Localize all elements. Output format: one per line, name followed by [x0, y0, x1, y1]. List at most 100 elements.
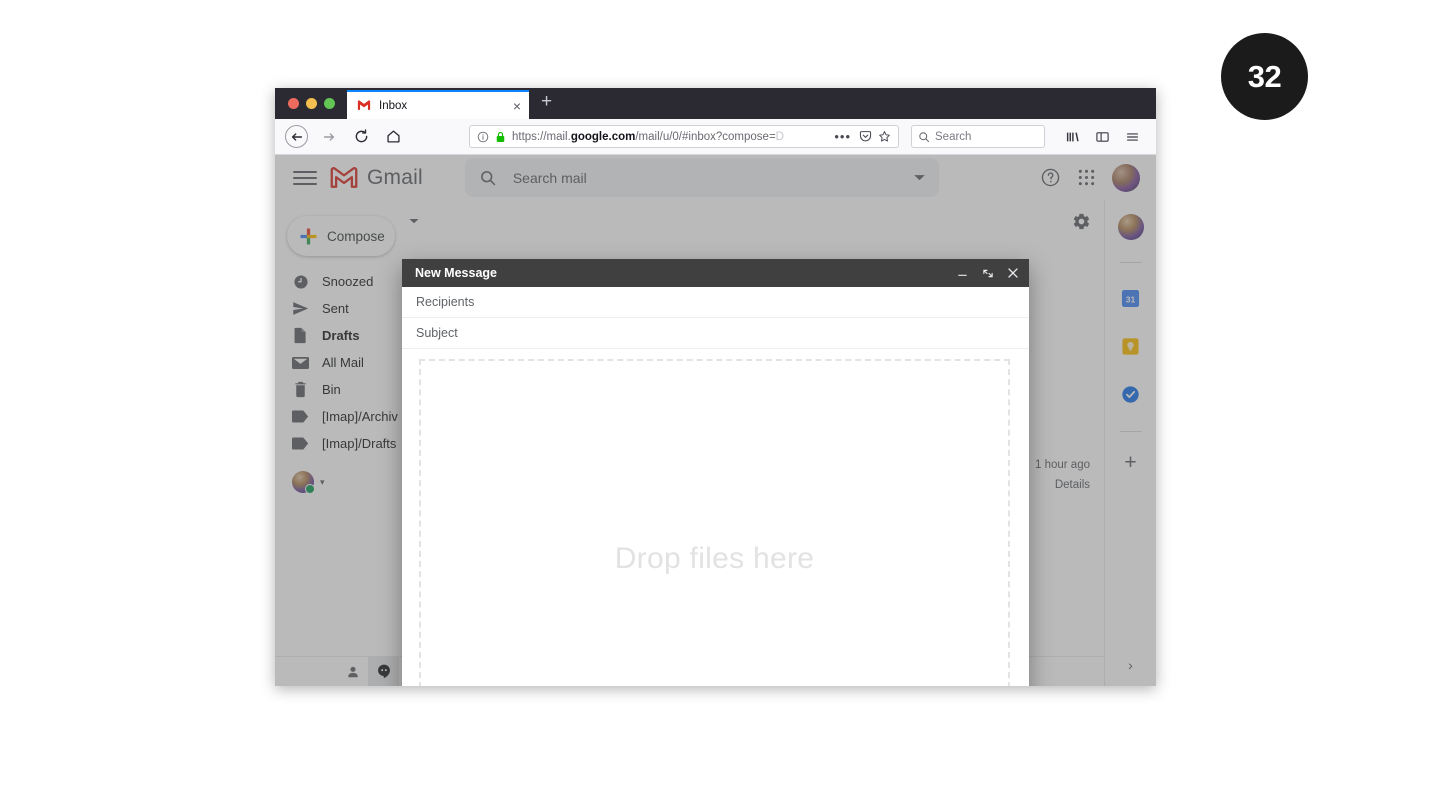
drop-zone-label: Drop files here [614, 542, 815, 575]
gmail-header-actions [1040, 163, 1144, 192]
browser-tab-title: Inbox [379, 99, 408, 112]
sidebar-icon[interactable] [1088, 123, 1116, 151]
expand-rail-button[interactable]: › [1128, 657, 1133, 673]
avatar[interactable] [1117, 214, 1144, 240]
clock-icon [292, 273, 309, 290]
url-truncated: D [775, 130, 784, 143]
fullscreen-icon[interactable] [982, 268, 994, 279]
gmail-search-placeholder: Search mail [512, 169, 587, 186]
sidebar-item-label: Sent [322, 301, 349, 316]
step-number-badge: 32 [1221, 33, 1308, 120]
apps-grid-icon[interactable] [1077, 168, 1096, 187]
library-icon[interactable] [1058, 123, 1086, 151]
search-icon [479, 169, 497, 187]
gear-icon[interactable] [1071, 212, 1090, 231]
gmail-logo[interactable]: Gmail [330, 166, 423, 190]
sidebar-item-label: All Mail [322, 355, 364, 370]
url-text: https://mail.google.com/mail/u/0/#inbox?… [512, 131, 828, 143]
url-domain: google.com [570, 130, 636, 143]
compose-body-zone[interactable]: Drop files here Sans Serif [402, 349, 1029, 686]
back-arrow-icon[interactable] [285, 125, 308, 148]
page-actions-icon[interactable]: ••• [834, 129, 853, 144]
chevron-down-icon[interactable]: ▾ [320, 477, 325, 488]
browser-search-bar[interactable]: Search [911, 125, 1045, 148]
pocket-icon[interactable] [859, 130, 872, 143]
sidebar-item-bin[interactable]: Bin [275, 376, 399, 403]
plus-icon [299, 227, 318, 246]
page-info-icon[interactable] [477, 131, 489, 143]
hamburger-icon[interactable] [293, 166, 317, 190]
compose-window-controls [956, 267, 1019, 279]
sidebar-item-imap-archive[interactable]: [Imap]/Archiv [275, 403, 399, 430]
close-icon[interactable]: × [513, 99, 521, 113]
add-app-button[interactable]: + [1124, 452, 1136, 473]
home-icon[interactable] [379, 123, 407, 151]
divider [1119, 262, 1142, 263]
window-traffic-lights [275, 98, 335, 119]
gmail-header: Gmail Search mail [275, 155, 1156, 200]
chevron-down-icon[interactable] [914, 174, 925, 181]
trash-icon [292, 381, 309, 398]
sidebar-item-snoozed[interactable]: Snoozed [275, 268, 399, 295]
chevron-down-icon[interactable] [409, 218, 419, 224]
minimize-window-button[interactable] [306, 98, 317, 109]
gmail-sidebar: Compose Snoozed Sent Drafts All Mail Bin… [275, 200, 399, 686]
hangouts-chat-icon[interactable] [368, 657, 399, 686]
avatar [292, 471, 315, 494]
gmail-icon [357, 99, 371, 112]
app-menu-icon[interactable] [1118, 123, 1146, 151]
gmail-search-input[interactable]: Search mail [464, 158, 939, 197]
gmail-wordmark: Gmail [367, 165, 423, 189]
recipients-field[interactable]: Recipients [402, 287, 1029, 318]
page-viewport: Gmail Search mail Compose Snoozed Sent D… [275, 155, 1156, 686]
subject-placeholder: Subject [416, 326, 458, 340]
browser-tab-inbox[interactable]: Inbox × [347, 90, 529, 119]
minimize-icon[interactable] [956, 268, 969, 279]
avatar[interactable] [1112, 163, 1140, 192]
forward-arrow-icon[interactable] [315, 123, 343, 151]
person-icon[interactable] [337, 657, 368, 686]
sidebar-item-label: Snoozed [322, 274, 374, 289]
compose-button-label: Compose [327, 228, 385, 244]
thread-details-link[interactable]: Details [1035, 475, 1090, 495]
svg-text:31: 31 [1126, 294, 1136, 304]
sidebar-item-label: [Imap]/Archiv [322, 409, 398, 424]
sidebar-item-label: Drafts [322, 328, 360, 343]
sidebar-item-sent[interactable]: Sent [275, 295, 399, 322]
draft-page-icon [292, 327, 309, 344]
file-drop-zone[interactable]: Drop files here [419, 359, 1010, 686]
sidebar-item-label: Bin [322, 382, 341, 397]
help-circle-icon[interactable] [1040, 167, 1061, 188]
subject-field[interactable]: Subject [402, 318, 1029, 349]
padlock-icon[interactable] [495, 131, 506, 143]
google-calendar-icon[interactable]: 31 [1120, 287, 1142, 309]
url-bar[interactable]: https://mail.google.com/mail/u/0/#inbox?… [469, 125, 899, 148]
close-icon[interactable] [1007, 267, 1019, 279]
bookmark-star-icon[interactable] [878, 130, 891, 143]
sidebar-item-imap-drafts[interactable]: [Imap]/Drafts [275, 430, 399, 457]
url-path: /mail/u/0/#inbox?compose= [635, 130, 776, 143]
divider [1119, 431, 1142, 432]
sidebar-account-switcher[interactable]: ▾ [275, 471, 399, 494]
sidebar-item-all-mail[interactable]: All Mail [275, 349, 399, 376]
gmail-right-rail: 31 + › [1104, 200, 1156, 686]
maximize-window-button[interactable] [324, 98, 335, 109]
google-tasks-icon[interactable] [1120, 383, 1142, 405]
step-number-value: 32 [1247, 58, 1282, 94]
thread-meta: 1 hour ago Details [1035, 455, 1090, 495]
label-tag-icon [292, 408, 309, 425]
mail-list-toolbar [399, 200, 1104, 242]
google-keep-icon[interactable] [1120, 335, 1142, 357]
send-paperplane-icon [292, 300, 309, 317]
browser-window: Inbox × + https://mail.google.com/mail/u… [275, 88, 1156, 686]
sidebar-item-drafts[interactable]: Drafts [275, 322, 399, 349]
new-tab-button[interactable]: + [529, 92, 562, 119]
reload-icon[interactable] [347, 123, 375, 151]
sidebar-item-label: [Imap]/Drafts [322, 436, 397, 451]
envelope-icon [292, 354, 309, 371]
close-window-button[interactable] [288, 98, 299, 109]
label-tag-icon [292, 435, 309, 452]
compose-titlebar[interactable]: New Message [402, 259, 1029, 287]
compose-button[interactable]: Compose [287, 216, 395, 256]
browser-nav-toolbar: https://mail.google.com/mail/u/0/#inbox?… [275, 119, 1156, 155]
